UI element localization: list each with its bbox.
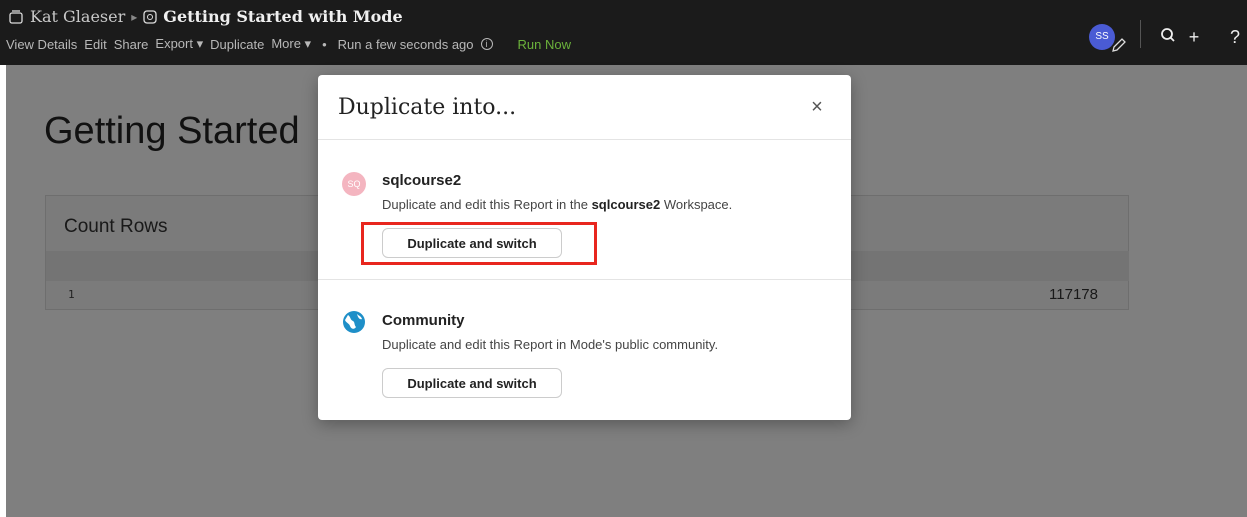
run-now-button[interactable]: Run Now [518, 37, 571, 52]
duplicate-and-switch-button[interactable]: Duplicate and switch [382, 228, 562, 258]
report-actions: View Details Edit Share Export ▾ Duplica… [6, 36, 571, 52]
workspace-name: Community [382, 312, 465, 329]
plus-icon[interactable]: + [1183, 26, 1205, 48]
duplicate-modal: Duplicate into... × SQ sqlcourse2 Duplic… [318, 75, 851, 420]
close-icon[interactable]: × [807, 97, 827, 117]
report-title[interactable]: Getting Started with Mode [163, 7, 402, 26]
globe-icon [343, 311, 365, 333]
workspace-option-sqlcourse2: SQ sqlcourse2 Duplicate and edit this Re… [318, 140, 851, 280]
workspace-avatar: SQ [342, 172, 366, 196]
workspace-description: Duplicate and edit this Report in the sq… [382, 197, 733, 212]
workspace-description: Duplicate and edit this Report in Mode's… [382, 337, 719, 352]
breadcrumb: Kat Glaeser ▸ Getting Started with Mode [8, 7, 403, 26]
workspace-option-community: Community Duplicate and edit this Report… [318, 280, 851, 420]
separator-dot: • [322, 36, 327, 52]
report-icon [143, 9, 157, 24]
more-menu[interactable]: More ▾ [271, 36, 311, 52]
modal-title: Duplicate into... [338, 95, 517, 120]
divider [1140, 20, 1141, 48]
run-status: Run a few seconds ago [337, 36, 474, 52]
help-icon[interactable]: ? [1225, 26, 1245, 48]
export-menu[interactable]: Export ▾ [155, 36, 203, 52]
pencil-icon[interactable] [1110, 36, 1128, 54]
chevron-right-icon: ▸ [131, 9, 138, 24]
owner-link[interactable]: Kat Glaeser [30, 7, 125, 26]
workspace-name: sqlcourse2 [382, 172, 462, 189]
modal-header: Duplicate into... × [318, 75, 851, 140]
duplicate-link[interactable]: Duplicate [210, 37, 264, 52]
duplicate-and-switch-button[interactable]: Duplicate and switch [382, 368, 562, 398]
view-details-link[interactable]: View Details [6, 37, 77, 52]
info-icon[interactable]: i [480, 38, 493, 50]
search-icon[interactable] [1157, 26, 1179, 48]
share-link[interactable]: Share [114, 37, 149, 52]
top-bar: Kat Glaeser ▸ Getting Started with Mode … [0, 0, 1247, 65]
edit-link[interactable]: Edit [84, 37, 106, 52]
folder-icon [9, 9, 23, 24]
